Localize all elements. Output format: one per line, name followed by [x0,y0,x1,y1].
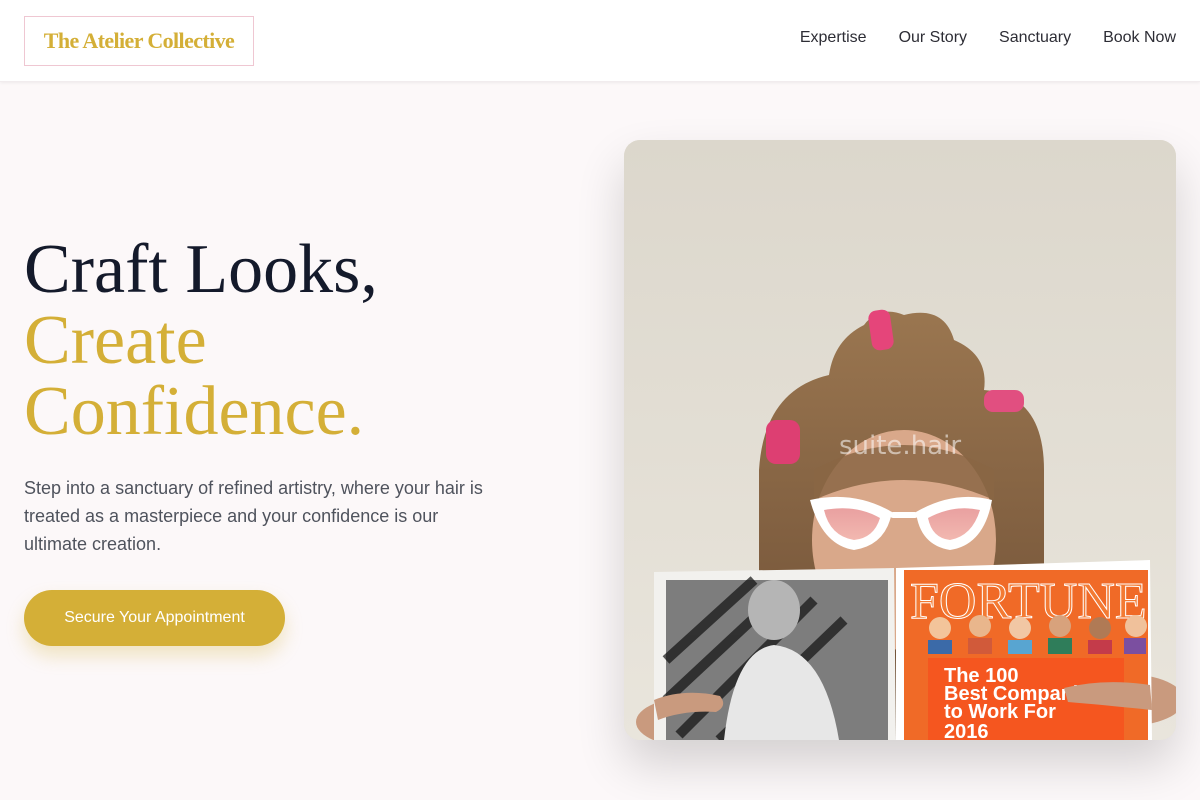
hero-image-illustration: FORTUNE The 100 Best Companies to Work F… [624,140,1176,740]
nav-link-our-story[interactable]: Our Story [899,28,967,48]
hero-title-line-3: Confidence. [24,373,365,450]
nav-link-expertise[interactable]: Expertise [800,28,867,48]
nav-link-sanctuary[interactable]: Sanctuary [999,28,1071,48]
magazine-line-4: 2016 [944,721,989,740]
secure-appointment-button[interactable]: Secure Your Appointment [24,590,285,646]
watermark-text: suite.hair [839,431,961,461]
magazine-line-3: to Work For [944,701,1056,723]
hero-title-line-1: Craft Looks, [24,231,378,308]
main-nav: Expertise Our Story Sanctuary Book Now [800,28,1176,48]
hero-title-line-2: Create [24,302,207,379]
hero-image: FORTUNE The 100 Best Companies to Work F… [624,140,1176,740]
site-header: The Atelier Collective Expertise Our Sto… [0,0,1200,82]
nav-link-book-now[interactable]: Book Now [1103,28,1176,48]
hero-description: Step into a sanctuary of refined artistr… [24,478,483,554]
site-logo[interactable]: The Atelier Collective [24,16,254,66]
hero-title: Craft Looks, Create Confidence. [24,234,584,447]
